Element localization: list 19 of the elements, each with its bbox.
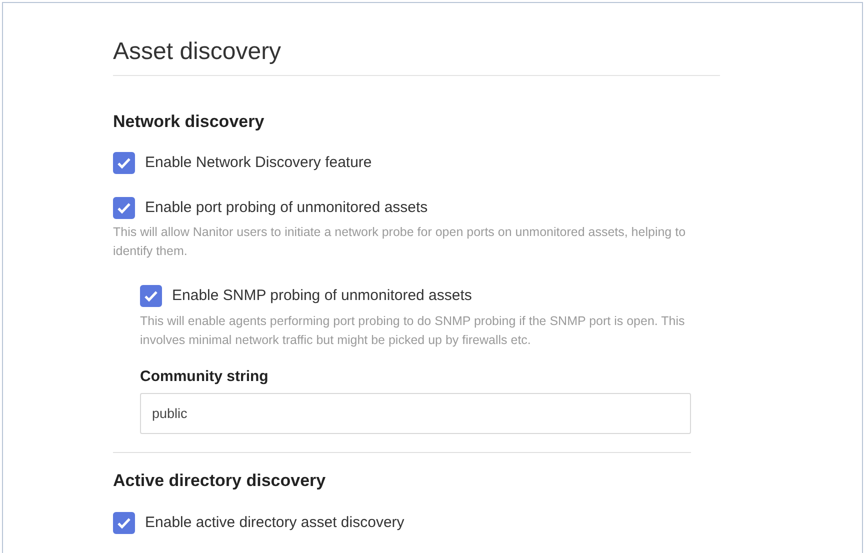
check-icon (117, 516, 131, 529)
check-icon (117, 202, 131, 214)
checkbox[interactable] (113, 512, 135, 534)
checkbox-label: Enable Network Discovery feature (145, 153, 372, 174)
checkbox[interactable] (140, 285, 162, 308)
section-heading: Network discovery (113, 112, 266, 132)
page-title: Asset discovery (113, 38, 720, 76)
field-label: Community string (140, 366, 270, 387)
checkbox[interactable] (113, 152, 135, 174)
checkbox-label: Enable SNMP probing of unmonitored assets (172, 286, 472, 306)
check-icon (117, 157, 131, 170)
check-icon (144, 290, 158, 302)
input-field[interactable]: public (140, 393, 691, 434)
checkbox[interactable] (113, 196, 135, 219)
section-heading: Active directory discovery (113, 471, 327, 492)
checkbox-label: Enable port probing of unmonitored assets (145, 198, 428, 218)
checkbox-label: Enable active directory asset discovery (145, 512, 404, 533)
help-text: This will enable agents performing port probing to do SNMP probing if the SNMP port is open. This involves minimal network traffic but might be picked up by firewalls etc. (140, 312, 686, 349)
help-text: This will allow Nanitor users to initiate a network probe for open ports on unmonitored assets, helping to identify them. (113, 224, 687, 260)
